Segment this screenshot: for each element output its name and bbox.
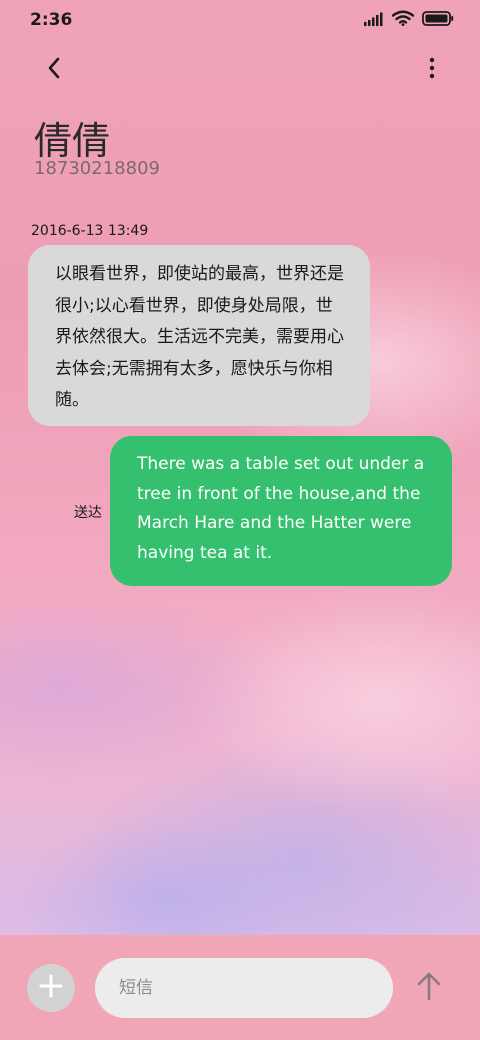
chevron-left-icon <box>46 56 62 84</box>
arrow-up-icon <box>416 971 442 1005</box>
incoming-message-bubble[interactable]: 以眼看世界，即使站的最高，世界还是很小;以心看世界，即使身处局限，世界依然很大。… <box>28 245 370 426</box>
add-attachment-button[interactable] <box>27 964 75 1012</box>
send-button[interactable] <box>411 970 447 1006</box>
more-button[interactable] <box>422 54 442 86</box>
signal-icon <box>364 11 384 30</box>
battery-icon <box>422 10 454 30</box>
plus-icon <box>39 974 63 1002</box>
sms-input[interactable] <box>95 958 393 1018</box>
outgoing-message-bubble[interactable]: There was a table set out under a tree i… <box>110 436 452 586</box>
contact-name: 倩倩 <box>34 119 111 163</box>
message-timestamp: 2016-6-13 13:49 <box>31 223 149 239</box>
status-icons <box>364 10 454 30</box>
more-vertical-icon <box>429 57 435 83</box>
status-bar: 2:36 <box>0 0 480 40</box>
back-button[interactable] <box>38 54 70 86</box>
contact-number: 18730218809 <box>34 158 160 179</box>
delivery-status: 送达 <box>74 505 102 521</box>
status-time: 2:36 <box>30 10 73 30</box>
wifi-icon <box>391 10 415 30</box>
